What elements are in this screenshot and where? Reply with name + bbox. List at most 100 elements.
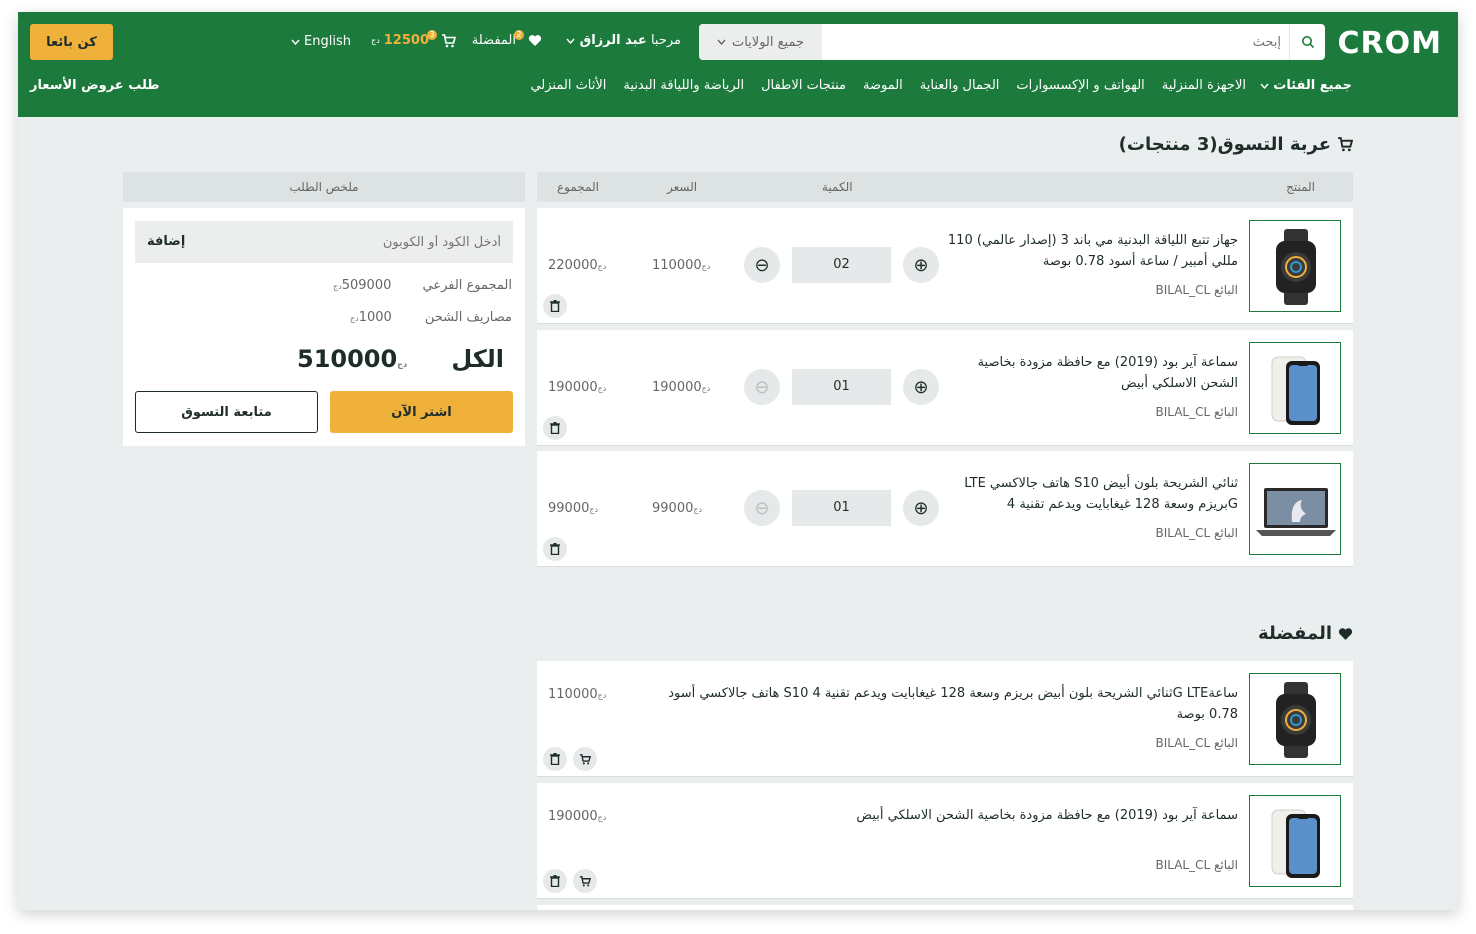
add-to-cart-icon[interactable] [573, 869, 597, 893]
plus-icon[interactable]: ⊕ [903, 369, 939, 405]
watch-icon[interactable] [1249, 673, 1341, 765]
cart-icon [1338, 137, 1353, 152]
quantity-field[interactable] [792, 490, 891, 526]
favorites-title-text: المفضلة [1258, 623, 1332, 644]
greeting-prefix: مرحبا [650, 33, 681, 48]
category-nav: الاجهزة المنزلية الهواتف و الإكسسوارات ا… [530, 78, 1246, 93]
cart-title: عربة التسوق(3 منتجات) [1119, 134, 1353, 155]
minus-icon[interactable]: ⊖ [744, 369, 780, 405]
coupon-add-button[interactable]: إضافة [147, 234, 185, 249]
cart-link[interactable]: 3 12500 دج [371, 29, 456, 48]
trash-icon[interactable] [543, 416, 567, 440]
category-link[interactable]: الهواتف و الإكسسوارات [1016, 78, 1144, 93]
add-to-cart-icon[interactable] [573, 747, 597, 771]
minus-icon[interactable]: ⊖ [744, 247, 780, 283]
total-value: 99000 [548, 501, 590, 516]
price-value: 110000 [548, 687, 598, 702]
trash-icon[interactable] [543, 869, 567, 893]
search-input[interactable] [831, 24, 1281, 60]
laptop-icon[interactable] [1249, 463, 1341, 555]
product-name[interactable]: ثنائي الشريحة بلون أبيض S10 هاتف جالاكسي… [938, 473, 1238, 515]
cart-count-badge: 3 [427, 29, 437, 40]
category-link[interactable]: الأثاث المنزلي [530, 78, 606, 93]
favorite-row: سماعة آير بود (2019) مع حافظة مزودة بخاص… [537, 783, 1353, 899]
col-total: المجموع [557, 180, 599, 194]
quantity-field[interactable] [792, 247, 891, 283]
favorites-link[interactable]: 2 المفضلة [472, 29, 542, 48]
cart-row: سماعة آير بود (2019) مع حافظة مزودة بخاص… [537, 330, 1353, 446]
category-link[interactable]: الجمال والعناية [920, 78, 1000, 93]
phone-icon[interactable] [1249, 795, 1341, 887]
search-icon[interactable] [1289, 24, 1325, 60]
product-name[interactable]: جهاز تتبع اللياقة البدنية مي باند 3 (إصد… [938, 230, 1238, 272]
state-select-label: جميع الولايات [731, 34, 805, 50]
favorites-title: المفضلة [1258, 623, 1353, 644]
language-select[interactable]: English [291, 34, 351, 49]
price-value: 190000 [548, 809, 598, 824]
logo[interactable]: CROM [1338, 26, 1442, 61]
currency: دج [350, 314, 359, 323]
order-summary: إضافة المجموع الفرعي 509000دج مصاريف الش… [123, 208, 525, 446]
favorite-price: 110000دج [548, 687, 606, 702]
chevron-down-icon [1260, 83, 1269, 89]
price-value: 99000 [652, 501, 694, 516]
col-quantity: الكمية [822, 180, 853, 194]
favorite-price: 190000دج [548, 809, 606, 824]
user-name: عبد الرزاق [579, 33, 647, 48]
summary-title: ملخص الطلب [123, 172, 525, 202]
buy-now-button[interactable]: اشتر الآن [330, 391, 513, 433]
price-value: 110000 [652, 258, 702, 273]
continue-shopping-button[interactable]: متابعة التسوق [135, 391, 318, 433]
coupon-input[interactable] [251, 221, 501, 263]
grand-total-value: دج510000 [297, 345, 407, 373]
unit-price: 190000دج [652, 380, 710, 395]
category-link[interactable]: الرياضة واللياقة البدنية [623, 78, 744, 93]
chevron-down-icon [291, 39, 300, 45]
trash-icon[interactable] [543, 747, 567, 771]
heart-icon [1338, 627, 1353, 640]
plus-icon[interactable]: ⊕ [903, 490, 939, 526]
line-total: 220000دج [548, 258, 606, 273]
trash-icon[interactable] [543, 537, 567, 561]
user-menu[interactable]: مرحبا عبد الرزاق [566, 33, 681, 48]
product-name[interactable]: سماعة آير بود (2019) مع حافظة مزودة بخاص… [638, 805, 1238, 826]
chevron-down-icon [717, 39, 726, 45]
search-bar: جميع الولايات [699, 24, 1325, 60]
phone-icon[interactable] [1249, 342, 1341, 434]
col-product: المنتج [1286, 180, 1315, 194]
category-link[interactable]: الموضة [863, 78, 903, 93]
cart-row: جهاز تتبع اللياقة البدنية مي باند 3 (إصد… [537, 208, 1353, 324]
plus-icon[interactable]: ⊕ [903, 247, 939, 283]
seller-label: البائع BILAL_CL [1155, 858, 1238, 872]
product-name[interactable]: ساعةG LTEثنائي الشريحة بلون أبيض بريزم و… [638, 683, 1238, 725]
favorites-count-badge: 2 [514, 29, 524, 40]
trash-icon[interactable] [543, 294, 567, 318]
product-name[interactable]: سماعة آير بود (2019) مع حافظة مزودة بخاص… [938, 352, 1238, 394]
become-seller-button[interactable]: كن بائعا [30, 24, 113, 60]
app-frame: CROM جميع الولايات مرحبا عبد الرزاق 2 ال… [18, 12, 1458, 910]
cart-table-header: المنتج الكمية السعر المجموع [537, 172, 1353, 202]
cart-amount: 12500 [383, 33, 429, 48]
unit-price: 110000دج [652, 258, 710, 273]
minus-icon[interactable]: ⊖ [744, 490, 780, 526]
currency: دج [597, 262, 607, 271]
coupon-box: إضافة [135, 221, 513, 263]
cart-row: ثنائي الشريحة بلون أبيض S10 هاتف جالاكسي… [537, 451, 1353, 567]
category-link[interactable]: الاجهزة المنزلية [1162, 78, 1246, 93]
grand-total-amount: 510000 [297, 345, 398, 373]
currency: دج [333, 282, 342, 291]
seller-label: البائع BILAL_CL [1155, 283, 1238, 297]
price-value: 190000 [652, 380, 702, 395]
quantity-field[interactable] [792, 369, 891, 405]
favorite-row: ساعةG LTEثنائي الشريحة بلون أبيض بريزم و… [537, 661, 1353, 777]
currency: دج [597, 813, 607, 822]
shipping-amount: 1000 [358, 310, 392, 325]
request-quote-link[interactable]: طلب عروض الأسعار [30, 78, 160, 93]
watch-icon[interactable] [1249, 220, 1341, 312]
category-link[interactable]: منتجات الاطفال [761, 78, 846, 93]
unit-price: 99000دج [652, 501, 702, 516]
all-categories-menu[interactable]: جميع الفئات [1260, 78, 1352, 93]
total-value: 220000 [548, 258, 598, 273]
state-select[interactable]: جميع الولايات [699, 24, 822, 60]
line-total: 99000دج [548, 501, 598, 516]
